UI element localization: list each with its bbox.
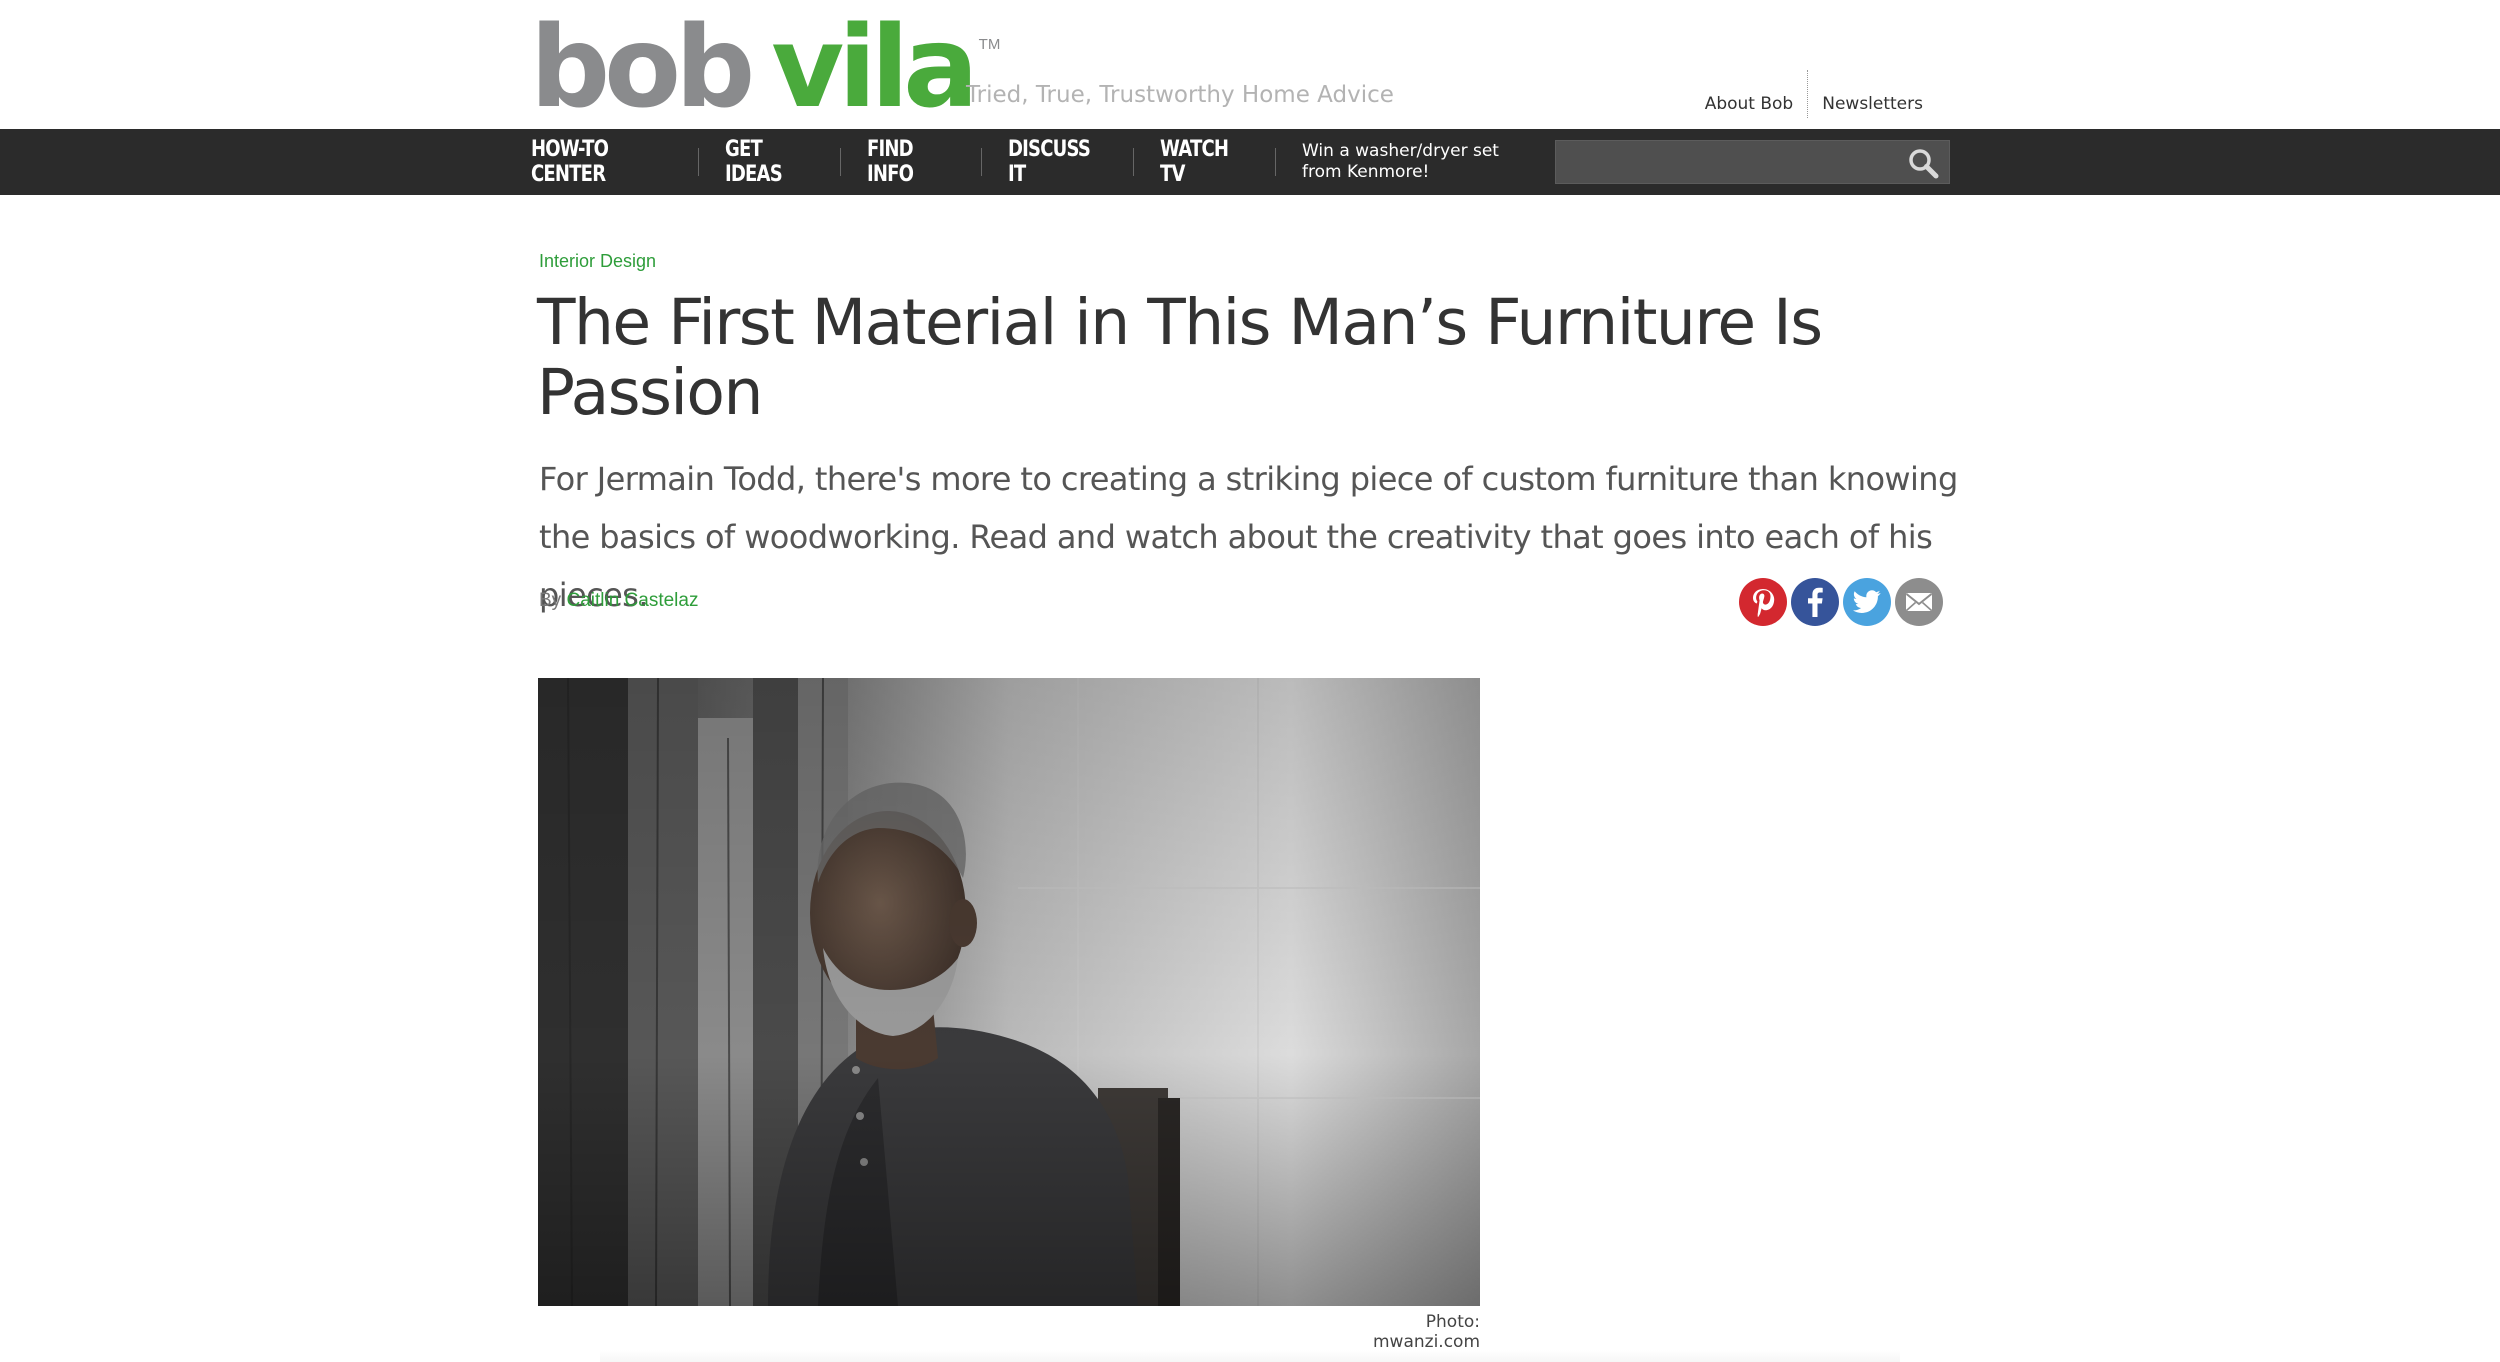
main-nav-items: HOW-TO CENTER GET IDEAS FIND INFO DISCUS…: [531, 129, 1522, 195]
nav-item-get-ideas[interactable]: GET IDEAS: [725, 137, 819, 187]
main-nav: HOW-TO CENTER GET IDEAS FIND INFO DISCUS…: [0, 129, 2500, 195]
facebook-icon[interactable]: [1791, 578, 1839, 626]
advertisement-edge: [600, 1350, 1900, 1362]
page: bob vila TM Tried, True, Trustworthy Hom…: [0, 0, 2500, 1362]
logo-trademark: TM: [978, 36, 1001, 53]
category-link[interactable]: Interior Design: [539, 251, 656, 272]
logo-word-vila: vila: [771, 3, 978, 133]
article-hero-image: [538, 678, 1480, 1306]
search-input[interactable]: [1556, 141, 1896, 183]
article-byline: By Caitlin Castelaz: [539, 590, 698, 612]
share-buttons: [1739, 578, 1943, 626]
site-header: bob vila TM Tried, True, Trustworthy Hom…: [0, 0, 2500, 129]
nav-item-discuss-it[interactable]: DISCUSS IT: [1008, 137, 1111, 187]
site-logo[interactable]: bob vila TM: [530, 3, 1001, 133]
pinterest-icon[interactable]: [1739, 578, 1787, 626]
kenmore-promo-link[interactable]: Win a washer/dryer set from Kenmore!: [1302, 141, 1522, 183]
newsletters-link[interactable]: Newsletters: [1808, 94, 1937, 114]
article-headline: The First Material in This Man’s Furnitu…: [537, 286, 1823, 429]
search-box: [1555, 140, 1950, 184]
site-tagline: Tried, True, Trustworthy Home Advice: [966, 82, 1394, 108]
twitter-icon[interactable]: [1843, 578, 1891, 626]
nav-item-how-to-center[interactable]: HOW-TO CENTER: [531, 137, 668, 187]
search-icon[interactable]: [1907, 147, 1939, 179]
utility-nav: About Bob Newsletters: [1691, 70, 1937, 118]
email-icon[interactable]: [1895, 578, 1943, 626]
byline-prefix: By: [539, 590, 562, 611]
author-link[interactable]: Caitlin Castelaz: [566, 590, 698, 611]
nav-item-find-info[interactable]: FIND INFO: [867, 137, 960, 187]
photo-credit: Photo: mwanzi.com: [1372, 1312, 1480, 1352]
about-bob-link[interactable]: About Bob: [1691, 94, 1808, 114]
nav-item-watch-tv[interactable]: WATCH TV: [1160, 137, 1254, 187]
logo-word-bob: bob: [530, 3, 755, 133]
